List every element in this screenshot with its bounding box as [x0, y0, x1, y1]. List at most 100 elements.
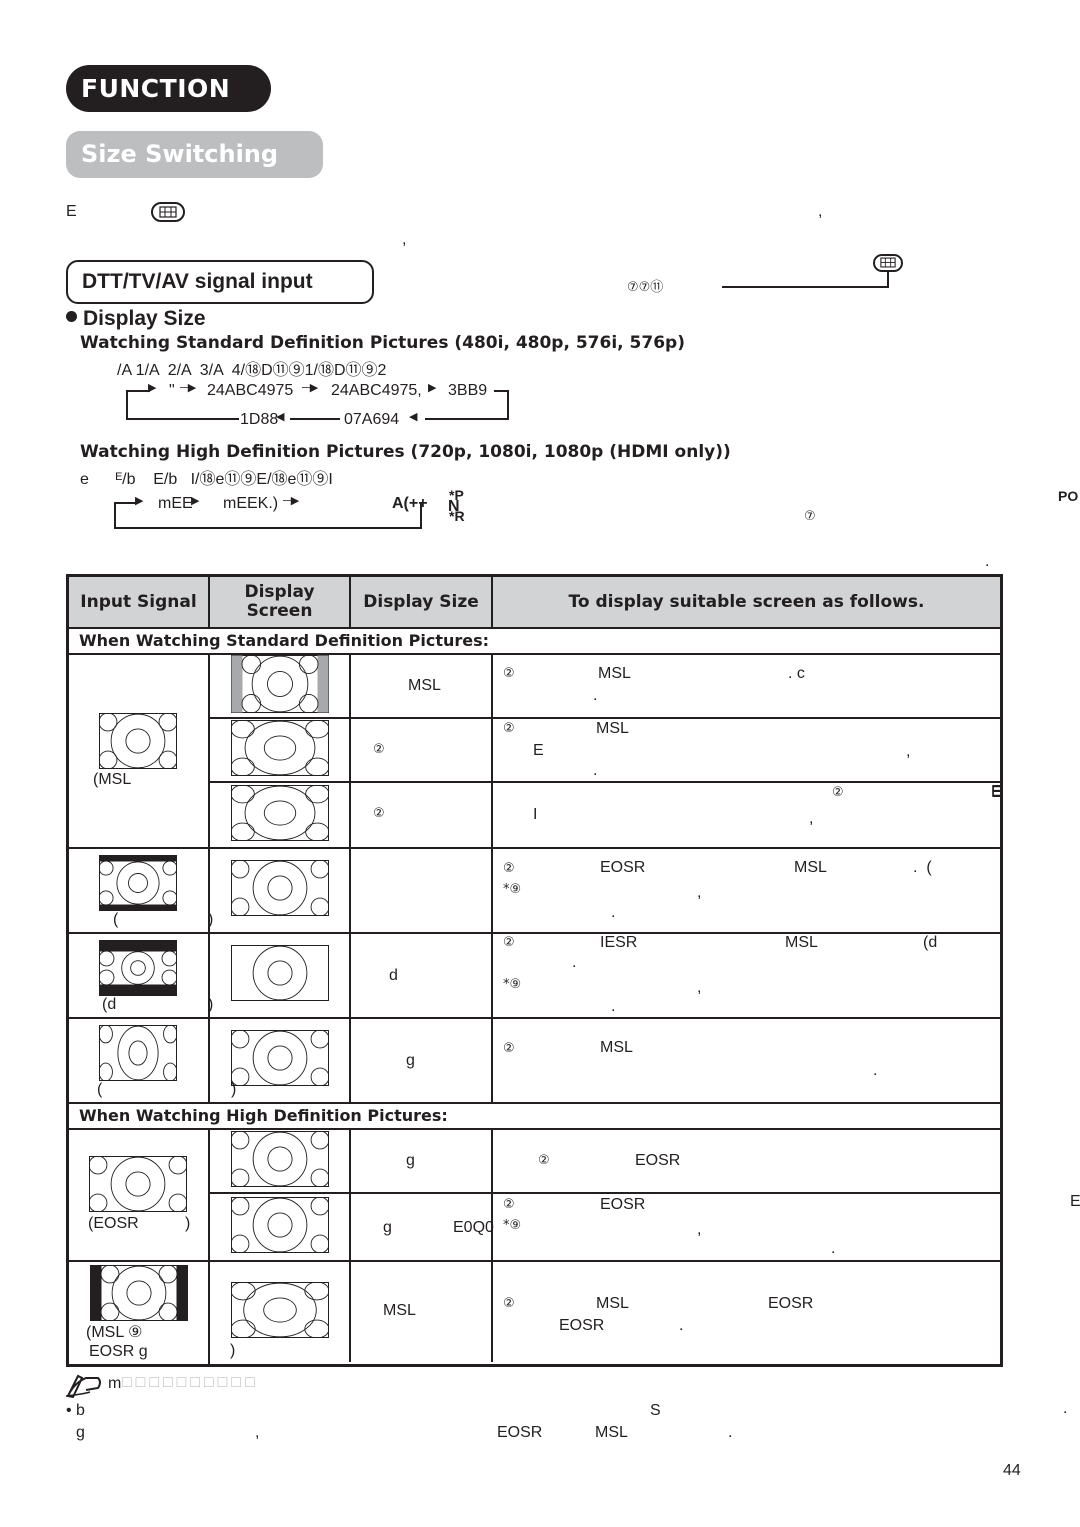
circled-marker: ② [503, 1296, 515, 1311]
display-size-label: Display Size [83, 307, 206, 330]
desc-word: . [873, 1062, 878, 1079]
screen-thumb-wide [230, 1130, 329, 1192]
screen-cell [210, 849, 351, 932]
hd-period: . [985, 553, 990, 570]
size-table: Input Signal Display Screen Display Size… [66, 574, 1003, 1367]
arrow-icon: ─▶ [302, 382, 319, 394]
note-word: MSL [595, 1424, 628, 1441]
input-label: (MSL ⑨ [86, 1324, 143, 1341]
circled-marker: ② [503, 721, 515, 736]
desc-cell: ② MSL . [493, 1019, 1000, 1102]
table-row: g ② EOSR [210, 1130, 1000, 1194]
cycle-item: A(++ [392, 495, 428, 512]
input-label-suffix: ) [185, 1215, 191, 1232]
table-group: ( ) g ② MSL . [69, 1019, 1000, 1104]
input-thumb-wide [88, 1155, 188, 1217]
hd-circled-ref: ⑦ [804, 509, 816, 524]
page-title: Size Switching [66, 131, 323, 178]
note-period: . [1063, 1400, 1068, 1417]
input-label: (EOSR [88, 1215, 139, 1232]
star-r-label: *R [449, 508, 465, 524]
screen-cell [210, 719, 351, 781]
input-label: ( [97, 1081, 103, 1098]
size-label: g [406, 1152, 415, 1169]
hd-section-row: When Watching High Definition Pictures: [69, 1104, 1000, 1130]
size-extra: E0Q0 [453, 1219, 494, 1236]
size-label: ② [373, 742, 385, 757]
input-label: (MSL [93, 771, 132, 788]
cycle-item: 24ABC4975, [331, 382, 422, 399]
note-pencil-icon [64, 1370, 106, 1403]
header-display-size: Display Size [351, 577, 493, 627]
desc-word: IESR [600, 934, 638, 951]
table-group: (MSL MSL ② MSL . c . ② ② MSL E , . ② ② E… [69, 654, 1002, 849]
input-label: (d [102, 996, 117, 1013]
cycle-item: mEE [158, 495, 193, 512]
table-group: (EOSR ) g ② EOSR g E0Q0 ② EOSR *⑨ , . [69, 1130, 1000, 1262]
input-thumb-letterbox [98, 855, 178, 916]
input-thumb-letterbox-thick [98, 940, 178, 1001]
section-label: FUNCTION [66, 65, 271, 112]
circled-marker: ② [538, 1153, 550, 1168]
arrow-icon: ▶ [428, 382, 437, 394]
desc-word: MSL [596, 720, 629, 737]
desc-cell: ② EOSR [493, 1130, 1000, 1192]
note-word: S [650, 1402, 661, 1419]
sd-heading: Watching Standard Definition Pictures (4… [80, 333, 685, 353]
size-switch-key-callout-icon [873, 254, 903, 272]
size-cell: g E0Q0 [351, 1194, 494, 1260]
table-row: ② ② E I , [210, 783, 1002, 847]
size-cell: d [351, 934, 493, 1017]
hd-garbled-line: e ᴱ/b E/b I/⑱e⑪⑨E/⑱e⑪⑨I [80, 471, 333, 488]
circled-marker: *⑨ [503, 1218, 522, 1233]
desc-word: , [809, 810, 814, 827]
desc-word: (d [923, 934, 938, 951]
cycle-item: 1D88 [240, 411, 279, 428]
desc-word: MSL [785, 934, 818, 951]
table-header-row: Input Signal Display Screen Display Size… [69, 577, 1000, 629]
circled-marker: ② [503, 1197, 515, 1212]
circled-marker: *⑨ [503, 977, 522, 992]
screen-cell [210, 1130, 351, 1192]
display-size-heading: Display Size [66, 307, 206, 331]
screen-suffix: ) [230, 1342, 236, 1359]
desc-word: , [697, 884, 702, 901]
desc-word: . ( [913, 859, 932, 876]
arrow-icon: ▶ [135, 495, 144, 507]
screen-cell [210, 934, 351, 1017]
input-signal-cell: (MSL [69, 655, 210, 847]
desc-word: . [611, 904, 616, 921]
circled-marker: *⑨ [503, 882, 522, 897]
intro-text: E [66, 203, 77, 220]
circled-marker: ② [503, 666, 515, 681]
desc-word: MSL [600, 1039, 633, 1056]
circled-marker: ② [503, 861, 515, 876]
note-heading: m [108, 1375, 122, 1392]
screen-suffix: ) [231, 1081, 237, 1098]
desc-cell: ② MSL E , . [493, 719, 1000, 781]
screen-thumb-zoom [230, 945, 329, 1006]
input-signal-cell: ( [69, 1019, 210, 1102]
star-p-label: *P [449, 487, 464, 503]
desc-word: , [906, 743, 911, 760]
cycle-item: " [169, 382, 175, 399]
desc-word: EOSR [600, 859, 646, 876]
note-period: . [728, 1424, 733, 1441]
screen-cell: ) [210, 1262, 351, 1362]
intro-comma: , [818, 203, 823, 220]
input-signal-cell: ( ) [69, 849, 213, 932]
page-number: 44 [1003, 1462, 1021, 1479]
header-input-signal: Input Signal [69, 577, 210, 627]
size-label: d [389, 967, 398, 984]
intro-comma-2: , [402, 231, 407, 248]
size-cell: g [351, 1130, 493, 1192]
screen-thumb-stretch [230, 719, 329, 781]
circled-marker: ② [832, 785, 844, 800]
screen-thumb-stretch [230, 784, 329, 846]
note-word: EOSR [497, 1424, 543, 1441]
size-cell: ② [351, 783, 493, 847]
size-cell: MSL [351, 1262, 493, 1362]
desc-word: . [593, 762, 598, 779]
size-cell: g [351, 1019, 493, 1102]
circled-ref: ⑦⑦⑪ [627, 280, 664, 295]
